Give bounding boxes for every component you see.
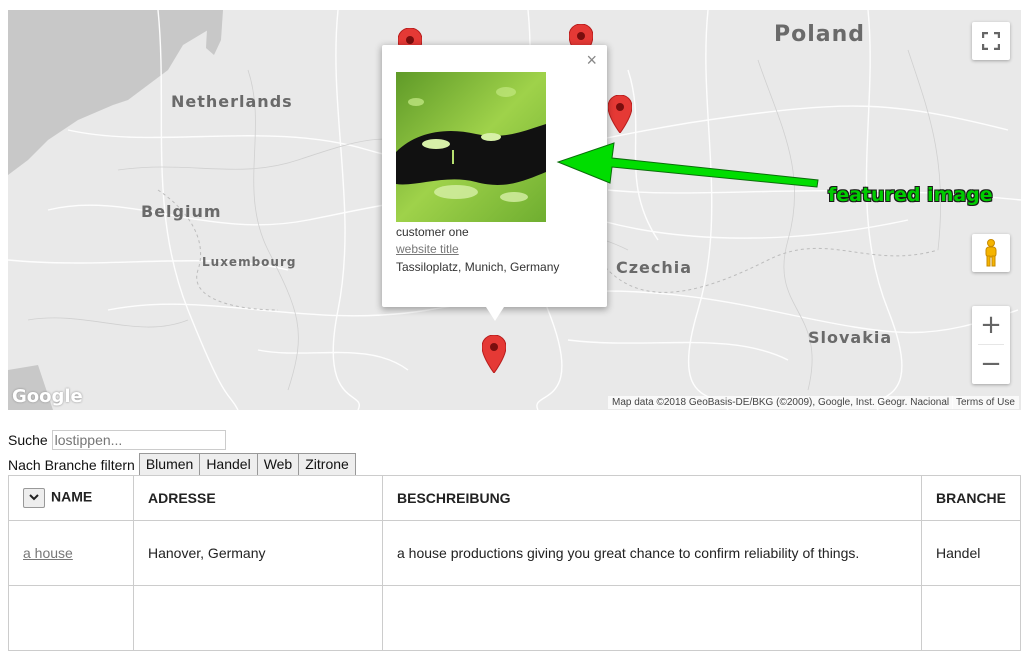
pegman-icon bbox=[985, 239, 997, 267]
annotation-label: featured image bbox=[828, 184, 993, 206]
country-label-slovakia: Slovakia bbox=[808, 328, 893, 347]
customer-table: NAME ADRESSE BESCHREIBUNG BRANCHE a hous… bbox=[8, 475, 1021, 651]
cell-description: a house productions giving you great cha… bbox=[382, 520, 922, 586]
annotation-arrow bbox=[556, 142, 819, 188]
row-name-link[interactable]: a house bbox=[23, 545, 73, 561]
zoom-in-button[interactable]: + bbox=[972, 306, 1010, 344]
close-icon[interactable]: × bbox=[586, 50, 597, 71]
map-attribution: Map data ©2018 GeoBasis-DE/BKG (©2009), … bbox=[608, 396, 954, 409]
column-header-address[interactable]: ADRESSE bbox=[133, 475, 383, 521]
cell-branch: Handel bbox=[921, 520, 1021, 586]
search-label: Suche bbox=[8, 432, 48, 448]
column-header-name[interactable]: NAME bbox=[8, 475, 134, 521]
featured-image bbox=[396, 72, 546, 222]
map-marker[interactable] bbox=[482, 335, 506, 373]
filter-button-handel[interactable]: Handel bbox=[200, 453, 258, 476]
branch-filter: Nach Branche filtern Blumen Handel Web Z… bbox=[8, 453, 356, 476]
cell-name bbox=[8, 585, 134, 651]
customer-address: Tassiloplatz, Munich, Germany bbox=[396, 260, 560, 274]
google-logo: Google bbox=[12, 386, 83, 407]
cell-name: a house bbox=[8, 520, 134, 586]
street-view-button[interactable] bbox=[972, 234, 1010, 272]
fullscreen-button[interactable] bbox=[972, 22, 1010, 60]
search-row: Suche bbox=[8, 430, 226, 450]
cell-description bbox=[382, 585, 922, 651]
country-label-luxembourg: Luxembourg bbox=[202, 255, 297, 269]
column-header-description[interactable]: BESCHREIBUNG bbox=[382, 475, 922, 521]
filter-button-blumen[interactable]: Blumen bbox=[138, 453, 201, 476]
map-marker[interactable] bbox=[608, 95, 632, 133]
header-label: NAME bbox=[51, 488, 93, 505]
cell-branch bbox=[921, 585, 1021, 651]
country-label-czechia: Czechia bbox=[616, 258, 693, 277]
zoom-out-button[interactable]: − bbox=[972, 345, 1010, 383]
country-label-belgium: Belgium bbox=[141, 202, 222, 221]
website-link[interactable]: website title bbox=[396, 242, 459, 256]
search-input[interactable] bbox=[51, 430, 226, 450]
customer-name: customer one bbox=[396, 225, 469, 239]
country-label-poland: Poland bbox=[774, 22, 866, 47]
chevron-down-icon[interactable] bbox=[23, 488, 45, 508]
zoom-control: + − bbox=[972, 306, 1010, 384]
map[interactable]: Poland Netherlands Belgium Luxembourg Cz… bbox=[8, 10, 1021, 410]
cell-address bbox=[133, 585, 383, 651]
table-row: a house Hanover, Germany a house product… bbox=[8, 520, 1021, 586]
cell-address: Hanover, Germany bbox=[133, 520, 383, 586]
country-label-netherlands: Netherlands bbox=[171, 92, 293, 111]
filter-button-zitrone[interactable]: Zitrone bbox=[299, 453, 356, 476]
filter-label: Nach Branche filtern bbox=[8, 456, 135, 473]
column-header-branch[interactable]: BRANCHE bbox=[921, 475, 1021, 521]
table-header-row: NAME ADRESSE BESCHREIBUNG BRANCHE bbox=[8, 475, 1021, 521]
terms-link[interactable]: Terms of Use bbox=[952, 396, 1019, 409]
filter-button-web[interactable]: Web bbox=[257, 453, 300, 476]
table-row bbox=[8, 585, 1021, 651]
fullscreen-icon bbox=[982, 32, 1000, 50]
